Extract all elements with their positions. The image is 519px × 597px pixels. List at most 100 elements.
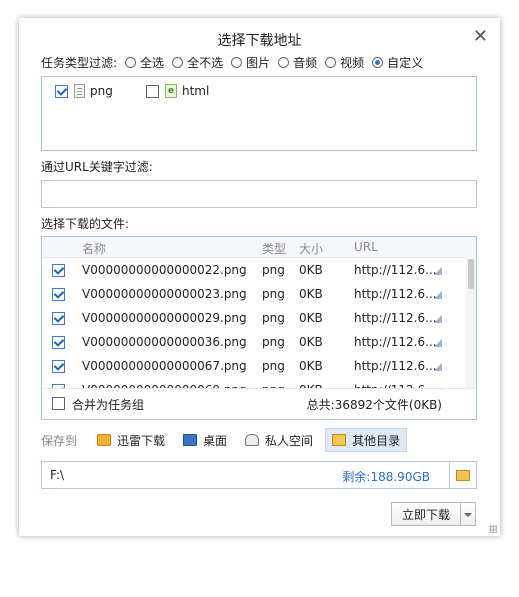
file-checkbox[interactable] bbox=[52, 264, 65, 277]
merge-group-checkbox[interactable] bbox=[52, 397, 65, 410]
resize-corner-icon bbox=[434, 315, 442, 323]
file-row[interactable]: V00000000000000022.png png 0KB http://11… bbox=[42, 259, 468, 283]
file-type-list: png e html bbox=[41, 76, 477, 151]
file-row[interactable]: V00000000000000029.png png 0KB http://11… bbox=[42, 307, 468, 331]
url-filter-label: 通过URL关键字过滤: bbox=[41, 160, 153, 174]
file-list-footer: 合并为任务组 总共:36892个文件(0KB) bbox=[42, 388, 476, 419]
folder-icon bbox=[456, 469, 470, 481]
file-url: http://112.6... bbox=[354, 263, 437, 277]
file-checkbox[interactable] bbox=[52, 288, 65, 301]
radio-label: 自定义 bbox=[387, 55, 424, 70]
file-row[interactable]: V00000000000000067.png png 0KB http://11… bbox=[42, 355, 468, 379]
resize-corner-icon bbox=[434, 339, 442, 347]
type-label: html bbox=[182, 84, 210, 98]
radio-video[interactable]: 视频 bbox=[325, 54, 364, 71]
file-name: V00000000000000036.png bbox=[82, 335, 247, 349]
radio-circle bbox=[172, 56, 184, 68]
radio-custom[interactable]: 自定义 bbox=[372, 54, 423, 71]
radio-circle bbox=[325, 56, 337, 68]
file-name: V00000000000000029.png bbox=[82, 311, 247, 325]
private-space-icon bbox=[245, 434, 260, 446]
radio-circle bbox=[372, 56, 384, 68]
folder-icon bbox=[332, 434, 347, 446]
type-item-html[interactable]: e html bbox=[146, 84, 209, 98]
file-size: 0KB bbox=[299, 359, 323, 373]
desktop-icon bbox=[183, 434, 198, 446]
save-option-label: 私人空间 bbox=[265, 433, 314, 448]
radio-audio[interactable]: 音频 bbox=[278, 54, 317, 71]
file-row[interactable]: V00000000000000023.png png 0KB http://11… bbox=[42, 283, 468, 307]
save-to-other-folder-button[interactable]: 其他目录 bbox=[325, 428, 408, 452]
file-name: V00000000000000022.png bbox=[82, 263, 247, 277]
radio-label: 视频 bbox=[340, 55, 365, 70]
file-size: 0KB bbox=[299, 287, 323, 301]
file-type: png bbox=[262, 359, 285, 373]
file-checkbox[interactable] bbox=[52, 312, 65, 325]
save-option-label: 其他目录 bbox=[352, 433, 401, 448]
close-icon[interactable]: ✕ bbox=[473, 26, 488, 47]
free-space-text: 剩余:188.90GB bbox=[342, 470, 430, 484]
file-list-label: 选择下载的文件: bbox=[41, 217, 130, 231]
file-list-scrollbar[interactable] bbox=[466, 257, 476, 388]
file-name: V00000000000000067.png bbox=[82, 359, 247, 373]
save-to-label: 保存到 bbox=[41, 433, 78, 448]
file-type: png bbox=[262, 287, 285, 301]
file-size: 0KB bbox=[299, 263, 323, 277]
file-url: http://112.6... bbox=[354, 311, 437, 325]
radio-label: 音频 bbox=[293, 55, 318, 70]
radio-circle bbox=[125, 56, 137, 68]
download-dialog: 选择下载地址 ✕ 任务类型过滤: 全选 全不选 图片 音频 视频 自定义 png… bbox=[19, 18, 500, 536]
radio-select-all[interactable]: 全选 bbox=[125, 54, 164, 71]
radio-circle bbox=[231, 56, 243, 68]
radio-label: 图片 bbox=[246, 55, 271, 70]
file-checkbox[interactable] bbox=[52, 336, 65, 349]
type-checkbox[interactable] bbox=[146, 84, 159, 98]
save-to-row: 保存到 迅雷下载 桌面 私人空间 其他目录 bbox=[41, 428, 413, 452]
file-url: http://112.6... bbox=[354, 287, 437, 301]
save-to-thunder-button[interactable]: 迅雷下载 bbox=[91, 428, 171, 452]
type-item-png[interactable]: png bbox=[55, 84, 113, 98]
file-type: png bbox=[262, 335, 285, 349]
save-option-label: 迅雷下载 bbox=[117, 433, 166, 448]
type-label: png bbox=[90, 84, 113, 98]
html-file-icon: e bbox=[165, 84, 177, 98]
resize-corner-icon bbox=[434, 363, 442, 371]
dialog-title: 选择下载地址 bbox=[217, 33, 302, 49]
file-url: http://112.6... bbox=[354, 359, 437, 373]
radio-circle bbox=[278, 56, 290, 68]
save-to-private-space-button[interactable]: 私人空间 bbox=[239, 428, 319, 452]
download-options-dropdown[interactable] bbox=[461, 502, 476, 526]
browse-folder-button[interactable] bbox=[449, 462, 476, 488]
file-type: png bbox=[262, 311, 285, 325]
save-option-label: 桌面 bbox=[203, 433, 228, 448]
resize-corner-icon bbox=[434, 267, 442, 275]
save-path: F:\ bbox=[50, 468, 65, 482]
file-size: 0KB bbox=[299, 311, 323, 325]
column-name[interactable]: 名称 bbox=[82, 240, 106, 257]
thunder-icon bbox=[97, 434, 112, 446]
merge-group-label: 合并为任务组 bbox=[72, 398, 145, 412]
url-filter-input[interactable] bbox=[41, 180, 477, 208]
radio-select-none[interactable]: 全不选 bbox=[172, 54, 223, 71]
download-now-button[interactable]: 立即下载 bbox=[391, 502, 461, 526]
file-checkbox[interactable] bbox=[52, 360, 65, 373]
column-size[interactable]: 大小 bbox=[299, 240, 323, 257]
column-type[interactable]: 类型 bbox=[262, 240, 286, 257]
file-list: 名称 类型 大小 URL V00000000000000022.png png … bbox=[41, 236, 477, 420]
file-icon bbox=[74, 84, 85, 98]
radio-images[interactable]: 图片 bbox=[231, 54, 270, 71]
file-url: http://112.6... bbox=[354, 335, 437, 349]
save-path-field[interactable]: F:\ 剩余:188.90GB bbox=[41, 461, 477, 489]
file-row[interactable]: V00000000000000036.png png 0KB http://11… bbox=[42, 331, 468, 355]
resize-grip-icon[interactable] bbox=[489, 525, 497, 533]
type-checkbox[interactable] bbox=[55, 84, 68, 98]
file-type: png bbox=[262, 263, 285, 277]
resize-corner-icon bbox=[434, 291, 442, 299]
radio-label: 全选 bbox=[140, 55, 165, 70]
type-filter-label: 任务类型过滤: bbox=[41, 55, 118, 70]
file-list-header: 名称 类型 大小 URL bbox=[42, 237, 476, 258]
save-to-desktop-button[interactable]: 桌面 bbox=[177, 428, 233, 452]
radio-label: 全不选 bbox=[187, 55, 224, 70]
scrollbar-thumb[interactable] bbox=[468, 259, 474, 289]
column-url[interactable]: URL bbox=[354, 240, 378, 254]
